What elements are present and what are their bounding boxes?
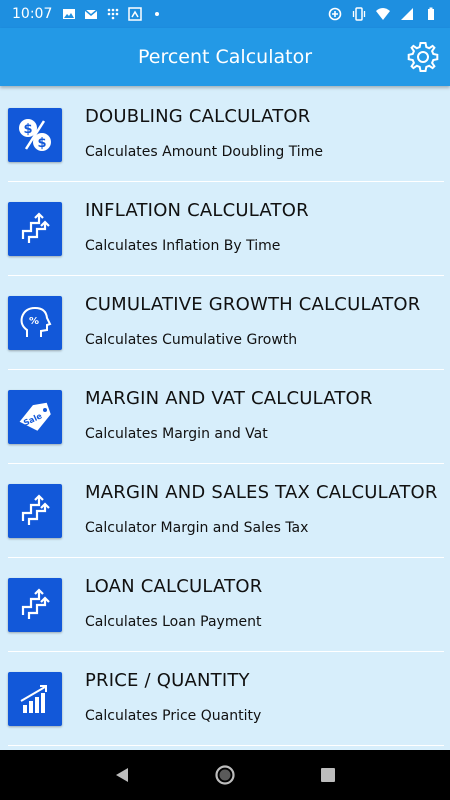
head-percent-icon: %	[20, 306, 52, 337]
wifi-icon	[376, 8, 390, 20]
home-button[interactable]	[213, 763, 237, 787]
image-icon	[63, 9, 76, 19]
gear-icon[interactable]	[406, 40, 440, 74]
svg-text:%: %	[29, 316, 39, 327]
item-tile	[8, 484, 62, 538]
item-tile: %	[8, 296, 62, 350]
status-system-icons	[328, 7, 438, 21]
status-time: 10:07	[12, 6, 53, 22]
dollar-percent-icon: $ $	[19, 119, 51, 151]
status-notification-icons	[62, 7, 164, 21]
arrows-icon	[21, 588, 50, 619]
vibrate-icon	[352, 7, 366, 21]
arrows-icon	[21, 212, 50, 243]
screen-icon	[128, 7, 143, 21]
home-icon	[215, 765, 235, 785]
mail-icon	[84, 9, 98, 19]
calculator-list: $ $ DOUBLING CALCULATOR Calculates Amoun…	[0, 88, 450, 750]
item-tile	[8, 672, 62, 726]
arrows-icon	[21, 494, 50, 525]
item-tile	[8, 202, 62, 256]
item-title: LOAN CALCULATOR	[85, 576, 263, 597]
data-saver-icon	[328, 7, 342, 21]
dialpad-icon	[108, 8, 119, 20]
item-subtitle: Calculates Price Quantity	[85, 708, 262, 724]
item-title: MARGIN AND SALES TAX CALCULATOR	[85, 482, 438, 503]
svg-text:$: $	[37, 136, 46, 151]
item-subtitle: Calculates Loan Payment	[85, 614, 262, 630]
item-title: CUMULATIVE GROWTH CALCULATOR	[85, 294, 421, 315]
item-tile: $ $	[8, 108, 62, 162]
app-bar: Percent Calculator	[0, 28, 450, 86]
list-item-inflation-calculator[interactable]: INFLATION CALCULATOR Calculates Inflatio…	[0, 182, 450, 276]
list-item-margin-and-sales-tax-calculator[interactable]: MARGIN AND SALES TAX CALCULATOR Calculat…	[0, 464, 450, 558]
item-tile	[8, 578, 62, 632]
navigation-bar	[0, 750, 450, 800]
list-item-margin-and-vat-calculator[interactable]: Sale MARGIN AND VAT CALCULATOR Calculate…	[0, 370, 450, 464]
item-subtitle: Calculates Inflation By Time	[85, 238, 281, 254]
item-subtitle: Calculator Margin and Sales Tax	[85, 520, 309, 536]
bar-chart-icon	[20, 685, 47, 713]
signal-icon	[401, 8, 413, 20]
item-subtitle: Calculates Amount Doubling Time	[85, 144, 323, 160]
back-icon	[115, 768, 128, 782]
dot-icon	[155, 12, 160, 16]
list-item-doubling-calculator[interactable]: $ $ DOUBLING CALCULATOR Calculates Amoun…	[0, 88, 450, 182]
battery-icon	[428, 7, 434, 20]
item-title: MARGIN AND VAT CALCULATOR	[85, 388, 373, 409]
item-title: DOUBLING CALCULATOR	[85, 106, 311, 127]
item-title: INFLATION CALCULATOR	[85, 200, 309, 221]
list-item-price-quantity[interactable]: PRICE / QUANTITY Calculates Price Quanti…	[0, 652, 450, 746]
list-item-loan-calculator[interactable]: LOAN CALCULATOR Calculates Loan Payment	[0, 558, 450, 652]
item-subtitle: Calculates Cumulative Growth	[85, 332, 298, 348]
page-title: Percent Calculator	[137, 46, 312, 68]
list-item-cumulative-growth-calculator[interactable]: % CUMULATIVE GROWTH CALCULATOR Calculate…	[0, 276, 450, 370]
status-bar: 10:07	[0, 0, 450, 28]
item-title: PRICE / QUANTITY	[85, 670, 250, 691]
sale-tag-icon: Sale	[19, 402, 51, 431]
recents-icon	[321, 768, 336, 782]
recents-button[interactable]	[316, 763, 340, 787]
divider	[8, 745, 444, 746]
svg-text:$: $	[23, 122, 32, 137]
item-tile: Sale	[8, 390, 62, 444]
item-subtitle: Calculates Margin and Vat	[85, 426, 268, 442]
back-button[interactable]	[110, 763, 134, 787]
